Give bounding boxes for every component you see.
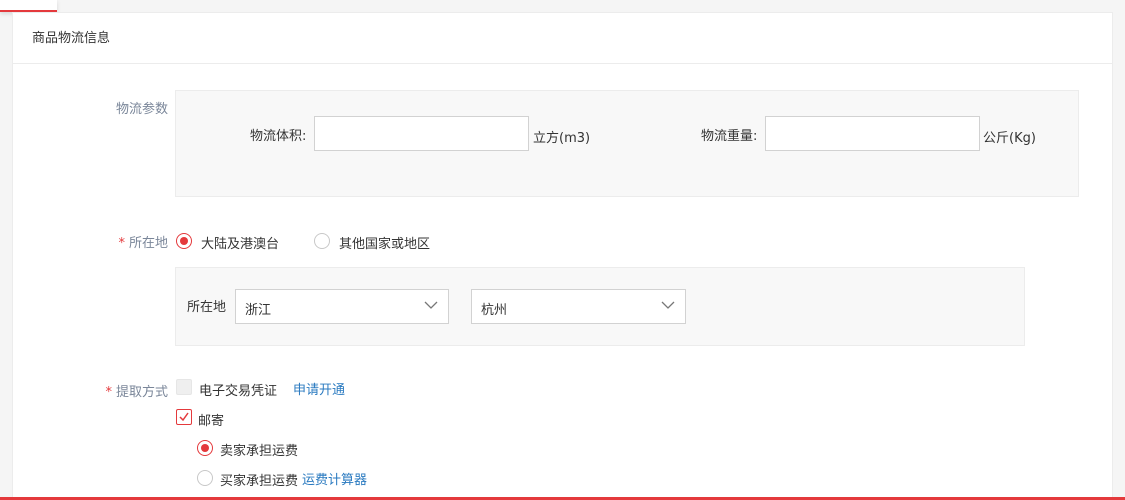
logistics-card: 商品物流信息	[12, 12, 1113, 500]
seller-pays-label[interactable]: 卖家承担运费	[220, 440, 298, 459]
province-value: 浙江	[245, 303, 272, 318]
required-mark: *	[105, 385, 112, 400]
chevron-down-icon	[424, 301, 438, 309]
e-voucher-checkbox	[176, 379, 192, 395]
pickup-label: * 提取方式	[96, 381, 168, 400]
shipping-calculator-link[interactable]: 运费计算器	[302, 469, 367, 488]
radio-other-countries[interactable]	[314, 233, 330, 249]
province-select[interactable]: 浙江	[235, 289, 449, 324]
buyer-pays-label[interactable]: 买家承担运费	[220, 470, 298, 489]
location-label-text: 所在地	[128, 236, 168, 251]
city-value: 杭州	[481, 303, 508, 318]
weight-unit: 公斤(Kg)	[983, 131, 1036, 146]
volume-unit: 立方(m3)	[533, 131, 591, 146]
mail-checkbox[interactable]	[176, 409, 192, 425]
option-mainland-label[interactable]: 大陆及港澳台	[201, 233, 279, 252]
pickup-label-text: 提取方式	[115, 385, 168, 400]
required-mark: *	[118, 236, 125, 251]
e-voucher-label: 电子交易凭证	[199, 384, 278, 399]
mail-label[interactable]: 邮寄	[198, 410, 224, 429]
chevron-down-icon	[661, 301, 675, 309]
location-inner-label: 所在地	[187, 300, 227, 315]
city-select[interactable]: 杭州	[471, 289, 686, 324]
option-other-countries-label[interactable]: 其他国家或地区	[339, 233, 430, 252]
section-title: 商品物流信息	[13, 13, 1112, 64]
top-corner-tab	[0, 0, 57, 12]
volume-input[interactable]	[314, 116, 529, 151]
weight-input[interactable]	[765, 116, 980, 151]
check-icon	[179, 412, 189, 422]
radio-buyer-pays[interactable]	[197, 470, 213, 486]
volume-label: 物流体积:	[250, 129, 307, 144]
radio-mainland[interactable]	[176, 233, 192, 249]
weight-label: 物流重量:	[701, 129, 758, 144]
radio-seller-pays[interactable]	[197, 440, 213, 456]
apply-activate-link[interactable]: 申请开通	[293, 379, 345, 398]
location-label: * 所在地	[100, 232, 168, 251]
logistics-params-label: 物流参数	[115, 102, 168, 117]
